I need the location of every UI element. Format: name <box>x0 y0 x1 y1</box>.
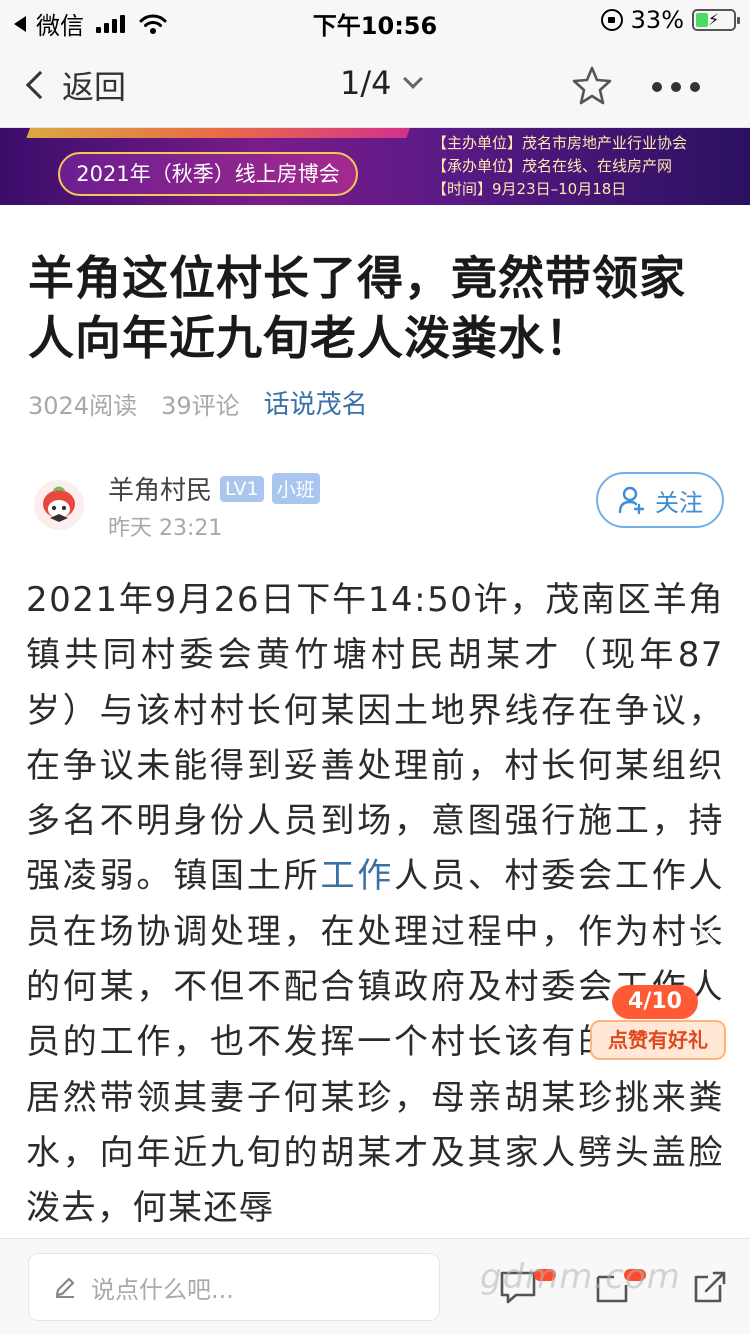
like-progress-badge[interactable]: 4/10 <box>612 985 698 1019</box>
chevron-down-icon <box>402 69 423 89</box>
class-badge: 小班 <box>271 473 320 504</box>
body-keyword-link[interactable]: 工作 <box>320 856 394 896</box>
level-badge: LV1 <box>220 475 264 502</box>
star-icon[interactable] <box>570 64 614 108</box>
share-icon[interactable] <box>690 1267 730 1305</box>
comment-count[interactable]: 39评论 <box>161 386 240 421</box>
like-gift-button[interactable]: 点赞有好礼 <box>590 1020 726 1060</box>
banner-decoration <box>26 128 414 138</box>
add-user-icon <box>618 486 645 515</box>
nav-bar: 返回 1/4 <box>0 40 750 128</box>
article-meta: 3024阅读 39评论 话说茂名 <box>28 386 368 421</box>
more-icon[interactable] <box>652 82 700 92</box>
comment-input[interactable]: 说点什么吧... <box>28 1253 440 1321</box>
battery-fill <box>696 13 708 27</box>
close-icon[interactable] <box>690 918 722 950</box>
status-bar: 微信 下午10:56 33% ⚡ <box>0 0 750 40</box>
article-body: 2021年9月26日下午14:50许，茂南区羊角镇共同村委会黄竹塘村民胡某才（现… <box>26 573 724 1237</box>
battery-icon: ⚡ <box>692 9 740 31</box>
topic-link[interactable]: 话说茂名 <box>264 384 368 421</box>
banner-info-line: 【主办单位】茂名市房地产业行业协会 <box>432 134 688 152</box>
back-button[interactable]: 返回 <box>25 62 127 108</box>
avatar[interactable] <box>34 480 84 530</box>
bottom-bar: 说点什么吧... gdmm.com <box>0 1238 750 1334</box>
ad-banner[interactable]: 2021年（秋季）线上房博会 【主办单位】茂名市房地产业行业协会 【承办单位】茂… <box>0 128 750 205</box>
battery-percent: 33% <box>630 6 684 34</box>
post-time: 昨天 23:21 <box>108 516 223 541</box>
status-right: 33% ⚡ <box>600 6 740 34</box>
orientation-lock-icon <box>600 9 623 31</box>
pencil-icon <box>55 1277 75 1298</box>
author-row: 羊角村民 LV1 小班 昨天 23:21 关注 <box>28 466 728 542</box>
charging-icon: ⚡ <box>708 10 720 29</box>
body-text-part: 2021年9月26日下午14:50许，茂南区羊角镇共同村委会黄竹塘村民胡某才（现… <box>26 580 724 897</box>
page-selector[interactable]: 1/4 <box>340 64 423 102</box>
banner-event-label: 2021年（秋季）线上房博会 <box>58 152 358 196</box>
follow-label: 关注 <box>655 488 703 517</box>
chevron-left-icon <box>25 70 55 100</box>
banner-info-line: 【承办单位】茂名在线、在线房产网 <box>432 157 673 175</box>
watermark: gdmm.com <box>480 1257 681 1297</box>
author-name-row: 羊角村民 LV1 小班 <box>108 470 320 507</box>
page-indicator: 1/4 <box>340 64 392 102</box>
comment-placeholder: 说点什么吧... <box>91 1275 234 1304</box>
read-count: 3024阅读 <box>28 392 138 420</box>
article-title: 羊角这位村长了得，竟然带领家人向年近九旬老人泼粪水！ <box>28 251 686 365</box>
banner-info-line: 【时间】9月23日–10月18日 <box>432 180 627 198</box>
banner-info: 【主办单位】茂名市房地产业行业协会 【承办单位】茂名在线、在线房产网 【时间】9… <box>432 132 687 201</box>
back-label: 返回 <box>62 68 127 106</box>
author-name[interactable]: 羊角村民 <box>108 470 212 507</box>
follow-button[interactable]: 关注 <box>596 472 724 528</box>
